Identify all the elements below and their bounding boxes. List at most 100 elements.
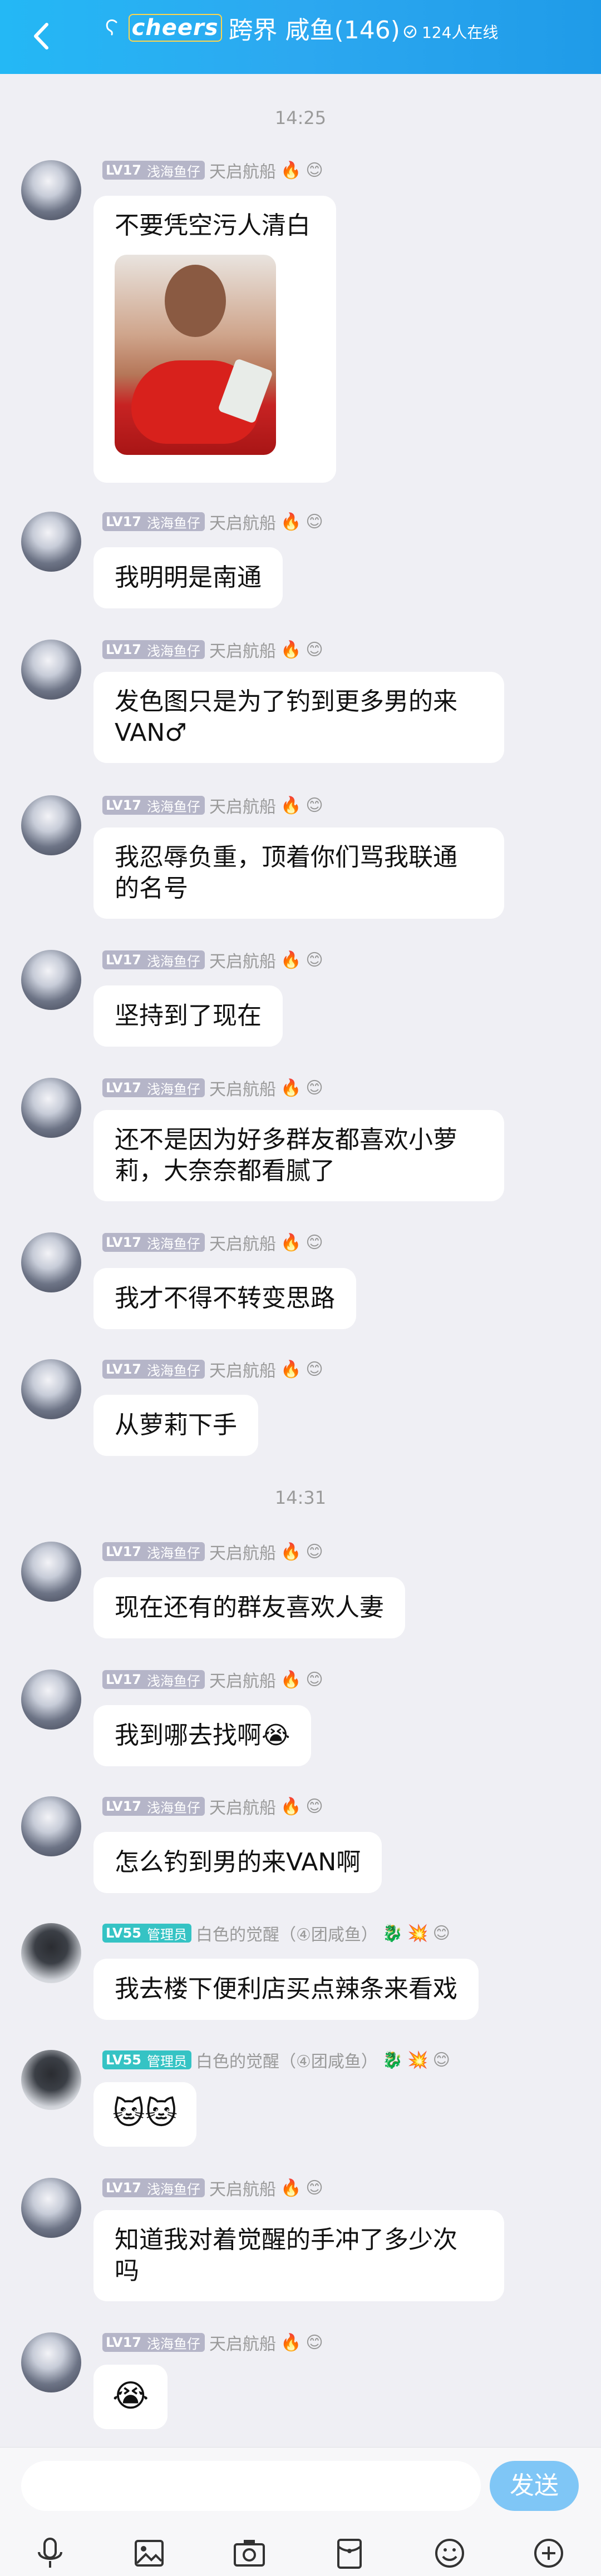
level-badge: LV17 浅海鱼仔: [102, 950, 205, 969]
avatar[interactable]: [21, 1923, 81, 1983]
redpacket-button[interactable]: [327, 2531, 372, 2575]
smile-badge-icon: 😊: [306, 1078, 323, 1098]
message-bubble[interactable]: 😭: [93, 2365, 168, 2429]
group-title-tag: 天启航船: [209, 1235, 276, 1254]
voice-button[interactable]: [28, 2531, 72, 2575]
check-circle-icon: [403, 25, 417, 38]
smile-badge-icon: 😊: [306, 160, 323, 180]
online-count: 124人在线: [403, 21, 498, 43]
message-text: 我去楼下便利店买点辣条来看戏: [115, 1975, 457, 2003]
level-badge: LV17 浅海鱼仔: [102, 1797, 205, 1816]
message-bubble[interactable]: 不要凭空污人清白: [93, 196, 336, 483]
fire-icon: 🔥: [280, 1359, 302, 1379]
camera-button[interactable]: [227, 2531, 272, 2575]
message-bubble[interactable]: 坚持到了现在: [93, 985, 283, 1047]
message-text: 莉，大奈奈都看腻了: [115, 1157, 335, 1185]
avatar[interactable]: [21, 1796, 81, 1856]
fire-icon: 🔥: [280, 2178, 302, 2198]
smile-badge-icon: 😊: [306, 1232, 323, 1252]
image-button[interactable]: [127, 2531, 171, 2575]
image-message[interactable]: [115, 255, 276, 455]
fire-icon: 💥: [407, 2050, 428, 2070]
group-title-tag: 天启航船: [209, 1544, 276, 1563]
message-text: 🐱🐱: [112, 2096, 178, 2132]
fire-icon: 🔥: [280, 1670, 302, 1690]
group-title-tag: 白色的觉醒（④团咸鱼）: [195, 2052, 378, 2072]
group-title-tag: 白色的觉醒（④团咸鱼）: [195, 1925, 378, 1945]
message-text: 我才不得不转变思路: [115, 1284, 335, 1312]
smile-badge-icon: 😊: [306, 1796, 323, 1816]
avatar[interactable]: [21, 2332, 81, 2392]
avatar[interactable]: [21, 2178, 81, 2238]
avatar[interactable]: [21, 950, 81, 1010]
message-bubble[interactable]: 我才不得不转变思路: [93, 1268, 356, 1329]
smile-badge-icon: 😊: [306, 1359, 323, 1379]
smile-badge-icon: 😊: [306, 950, 323, 970]
message-bubble[interactable]: 从萝莉下手: [93, 1395, 258, 1456]
dragon-icon: 🐉: [382, 2050, 403, 2070]
message-bubble[interactable]: 知道我对着觉醒的手冲了多少次 吗: [93, 2210, 504, 2301]
fire-icon: 🔥: [280, 640, 302, 660]
title-area[interactable]: cheers 跨界 咸鱼(146) 124人在线: [0, 10, 601, 46]
level-badge: LV17 浅海鱼仔: [102, 1670, 205, 1689]
message-bubble[interactable]: 怎么钓到男的来VAN啊: [93, 1832, 382, 1893]
level-badge: LV17 浅海鱼仔: [102, 1233, 205, 1252]
message-text: 还不是因为好多群友都喜欢小萝: [115, 1126, 457, 1154]
level-badge: LV17 浅海鱼仔: [102, 2178, 205, 2197]
sender-meta: LV17 浅海鱼仔 天启航船 🔥 😊: [102, 511, 323, 533]
avatar[interactable]: [21, 795, 81, 855]
avatar[interactable]: [21, 1670, 81, 1730]
emoji-button[interactable]: [427, 2531, 472, 2575]
group-title-tag: 天启航船: [209, 1672, 276, 1691]
sender-meta: LV17 浅海鱼仔 天启航船 🔥 😊: [102, 638, 323, 661]
image-icon: [135, 2540, 164, 2567]
fire-icon: 🔥: [280, 1232, 302, 1252]
message-bubble[interactable]: 我忍辱负重，顶着你们骂我联通 的名号: [93, 828, 504, 919]
avatar[interactable]: [21, 160, 81, 220]
dragon-icon: 🐉: [382, 1923, 403, 1943]
message-bubble[interactable]: 我明明是南通: [93, 547, 283, 608]
avatar[interactable]: [21, 2050, 81, 2110]
level-badge: LV17 浅海鱼仔: [102, 1078, 205, 1097]
message-text: 我明明是南通: [115, 563, 262, 592]
smile-badge-icon: 😊: [306, 2332, 323, 2352]
sender-meta: LV55 管理员 白色的觉醒（④团咸鱼） 🐉 💥 😊: [102, 2049, 450, 2072]
avatar[interactable]: [21, 1078, 81, 1138]
brand-logo: cheers: [128, 14, 222, 42]
message-text: 的名号: [115, 874, 188, 903]
fire-icon: 🔥: [280, 2332, 302, 2352]
message-bubble[interactable]: 我到哪去找啊😭: [93, 1705, 312, 1766]
avatar[interactable]: [21, 640, 81, 700]
group-title-tag: 天启航船: [209, 2180, 276, 2199]
sender-meta: LV17 浅海鱼仔 天启航船 🔥 😊: [102, 1077, 323, 1099]
sender-meta: LV17 浅海鱼仔 天启航船 🔥 😊: [102, 1231, 323, 1254]
message-bubble[interactable]: 现在还有的群友喜欢人妻: [93, 1577, 405, 1638]
level-badge: LV55 管理员: [102, 2050, 191, 2069]
group-title-tag: 天启航船: [209, 1799, 276, 1818]
avatar[interactable]: [21, 1359, 81, 1419]
message-input[interactable]: [21, 2461, 481, 2511]
message-bubble[interactable]: 发色图只是为了钓到更多男的来 VAN♂: [93, 672, 504, 763]
smile-badge-icon: 😊: [306, 1542, 323, 1562]
input-bar: 发送: [0, 2447, 601, 2576]
group-title-tag: 天启航船: [209, 1361, 276, 1381]
fire-icon: 🔥: [280, 1796, 302, 1816]
sender-meta: LV17 浅海鱼仔 天启航船 🔥 😊: [102, 2331, 323, 2354]
send-button[interactable]: 发送: [490, 2461, 579, 2511]
more-button[interactable]: [526, 2531, 571, 2575]
ear-icon: [106, 19, 117, 36]
avatar[interactable]: [21, 1232, 81, 1292]
message-text: 发色图只是为了钓到更多男的来: [115, 687, 457, 716]
avatar[interactable]: [21, 1542, 81, 1602]
message-bubble[interactable]: 还不是因为好多群友都喜欢小萝 莉，大奈奈都看腻了: [93, 1110, 504, 1201]
avatar[interactable]: [21, 512, 81, 572]
message-bubble[interactable]: 我去楼下便利店买点辣条来看戏: [93, 1959, 479, 2020]
smile-badge-icon: 😊: [306, 640, 323, 660]
online-count-text: 124人在线: [421, 23, 499, 42]
sender-meta: LV17 浅海鱼仔 天启航船 🔥 😊: [102, 159, 323, 182]
message-text: VAN♂: [115, 719, 187, 747]
fire-icon: 🔥: [280, 1542, 302, 1562]
plus-circle-icon: [534, 2539, 563, 2568]
message-bubble[interactable]: 🐱🐱: [93, 2082, 196, 2147]
group-title-tag: 天启航船: [209, 2335, 276, 2354]
